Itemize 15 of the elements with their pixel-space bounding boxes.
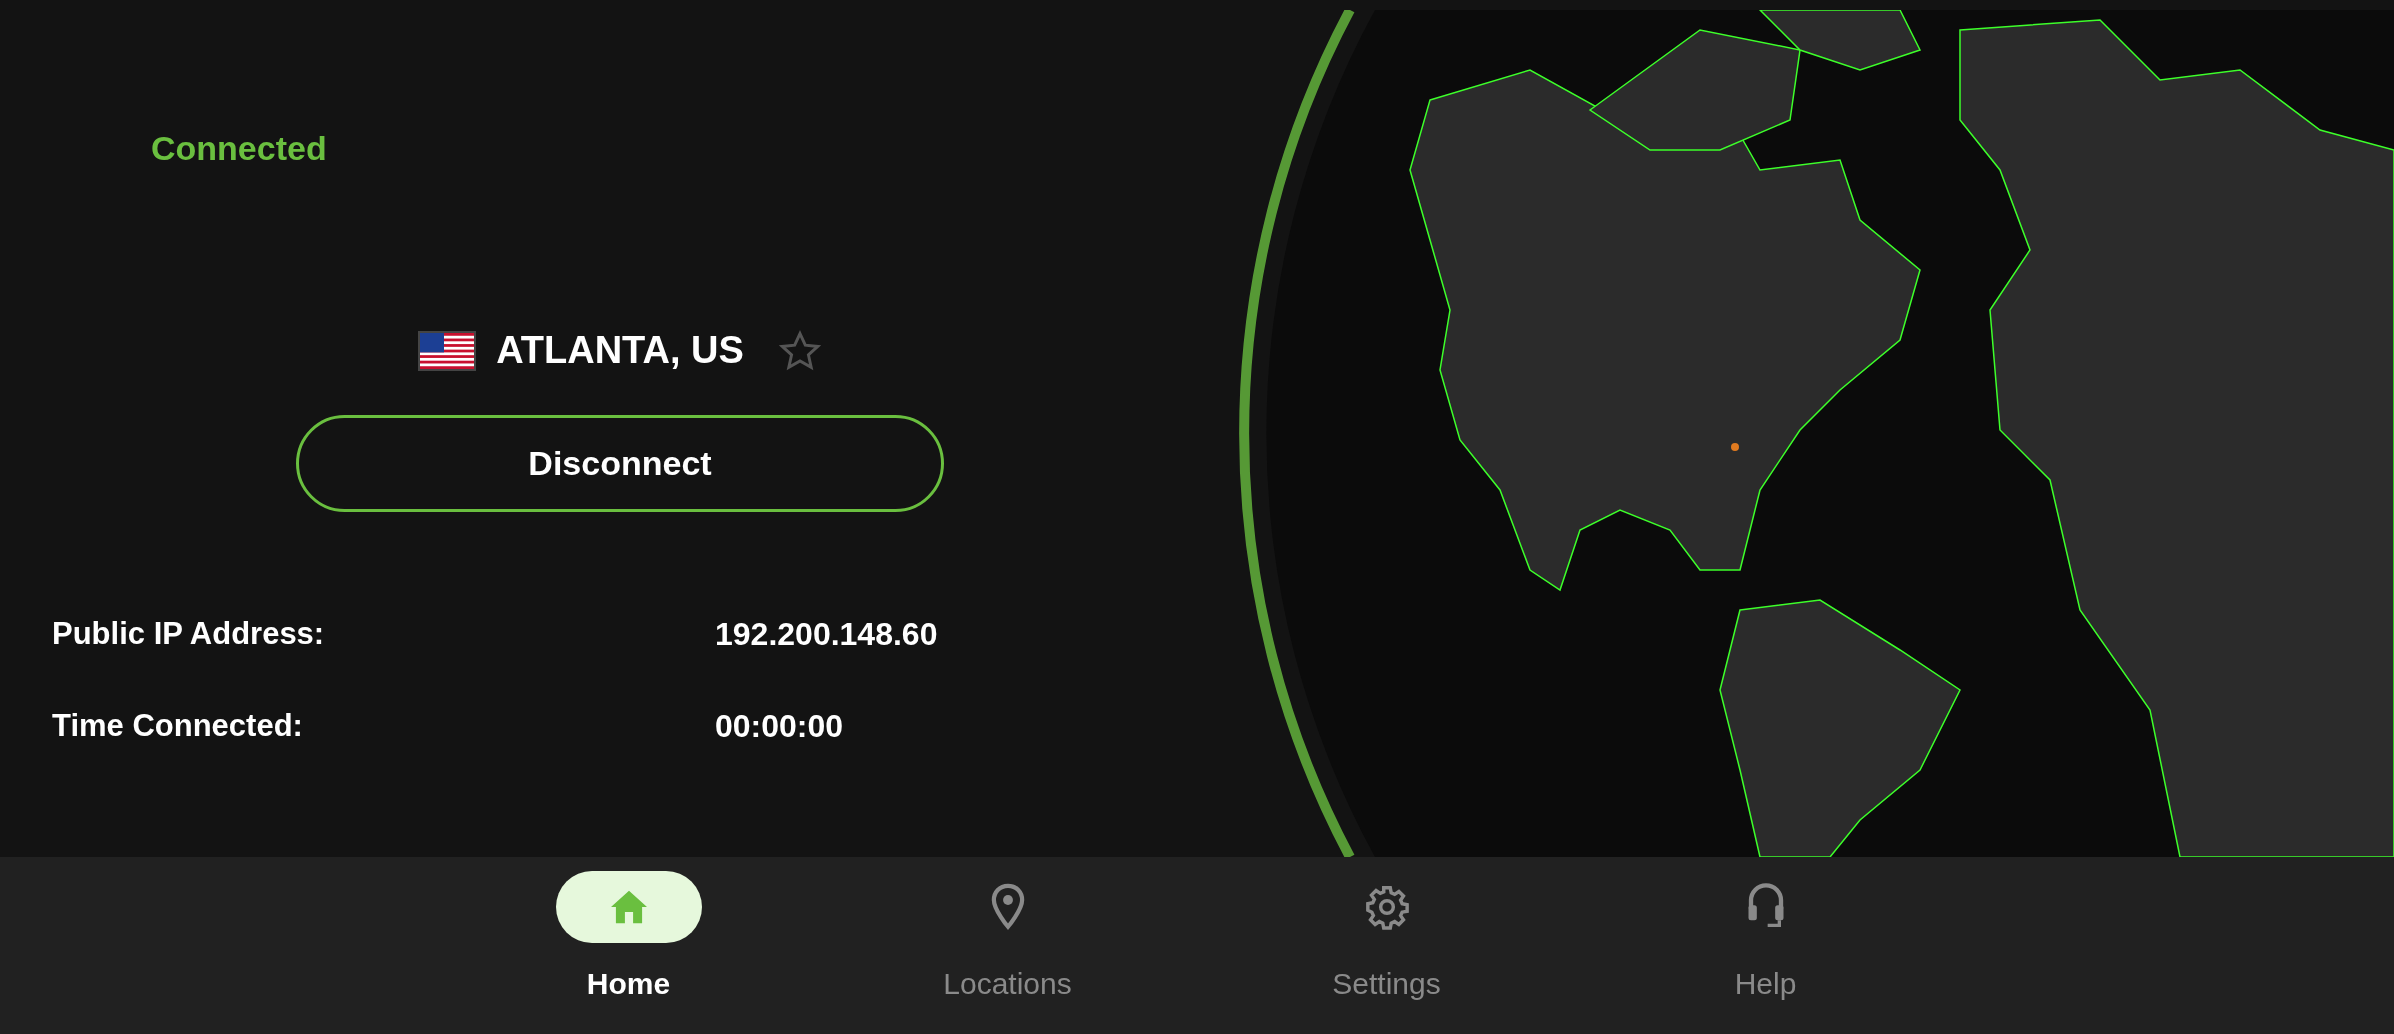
nav-tab[interactable]: Locations <box>911 871 1104 1034</box>
location-pin-icon <box>990 883 1025 931</box>
favorite-star-icon[interactable] <box>777 328 822 373</box>
us-flag-icon <box>418 330 477 371</box>
location-name: ATLANTA, US <box>496 328 744 373</box>
settings-icon <box>1363 884 1410 930</box>
connection-status: Connected <box>151 128 327 169</box>
nav-tab[interactable]: Home <box>532 871 725 1034</box>
disconnect-button[interactable]: Disconnect <box>296 415 944 512</box>
nav-tab[interactable]: Help <box>1669 871 1862 1034</box>
info-value: 192.200.148.60 <box>715 615 938 654</box>
nav-tab[interactable]: Settings <box>1290 871 1483 1034</box>
info-label: Public IP Address: <box>52 614 326 653</box>
info-value: 00:00:00 <box>715 707 844 746</box>
info-label: Time Connected: <box>52 706 304 745</box>
